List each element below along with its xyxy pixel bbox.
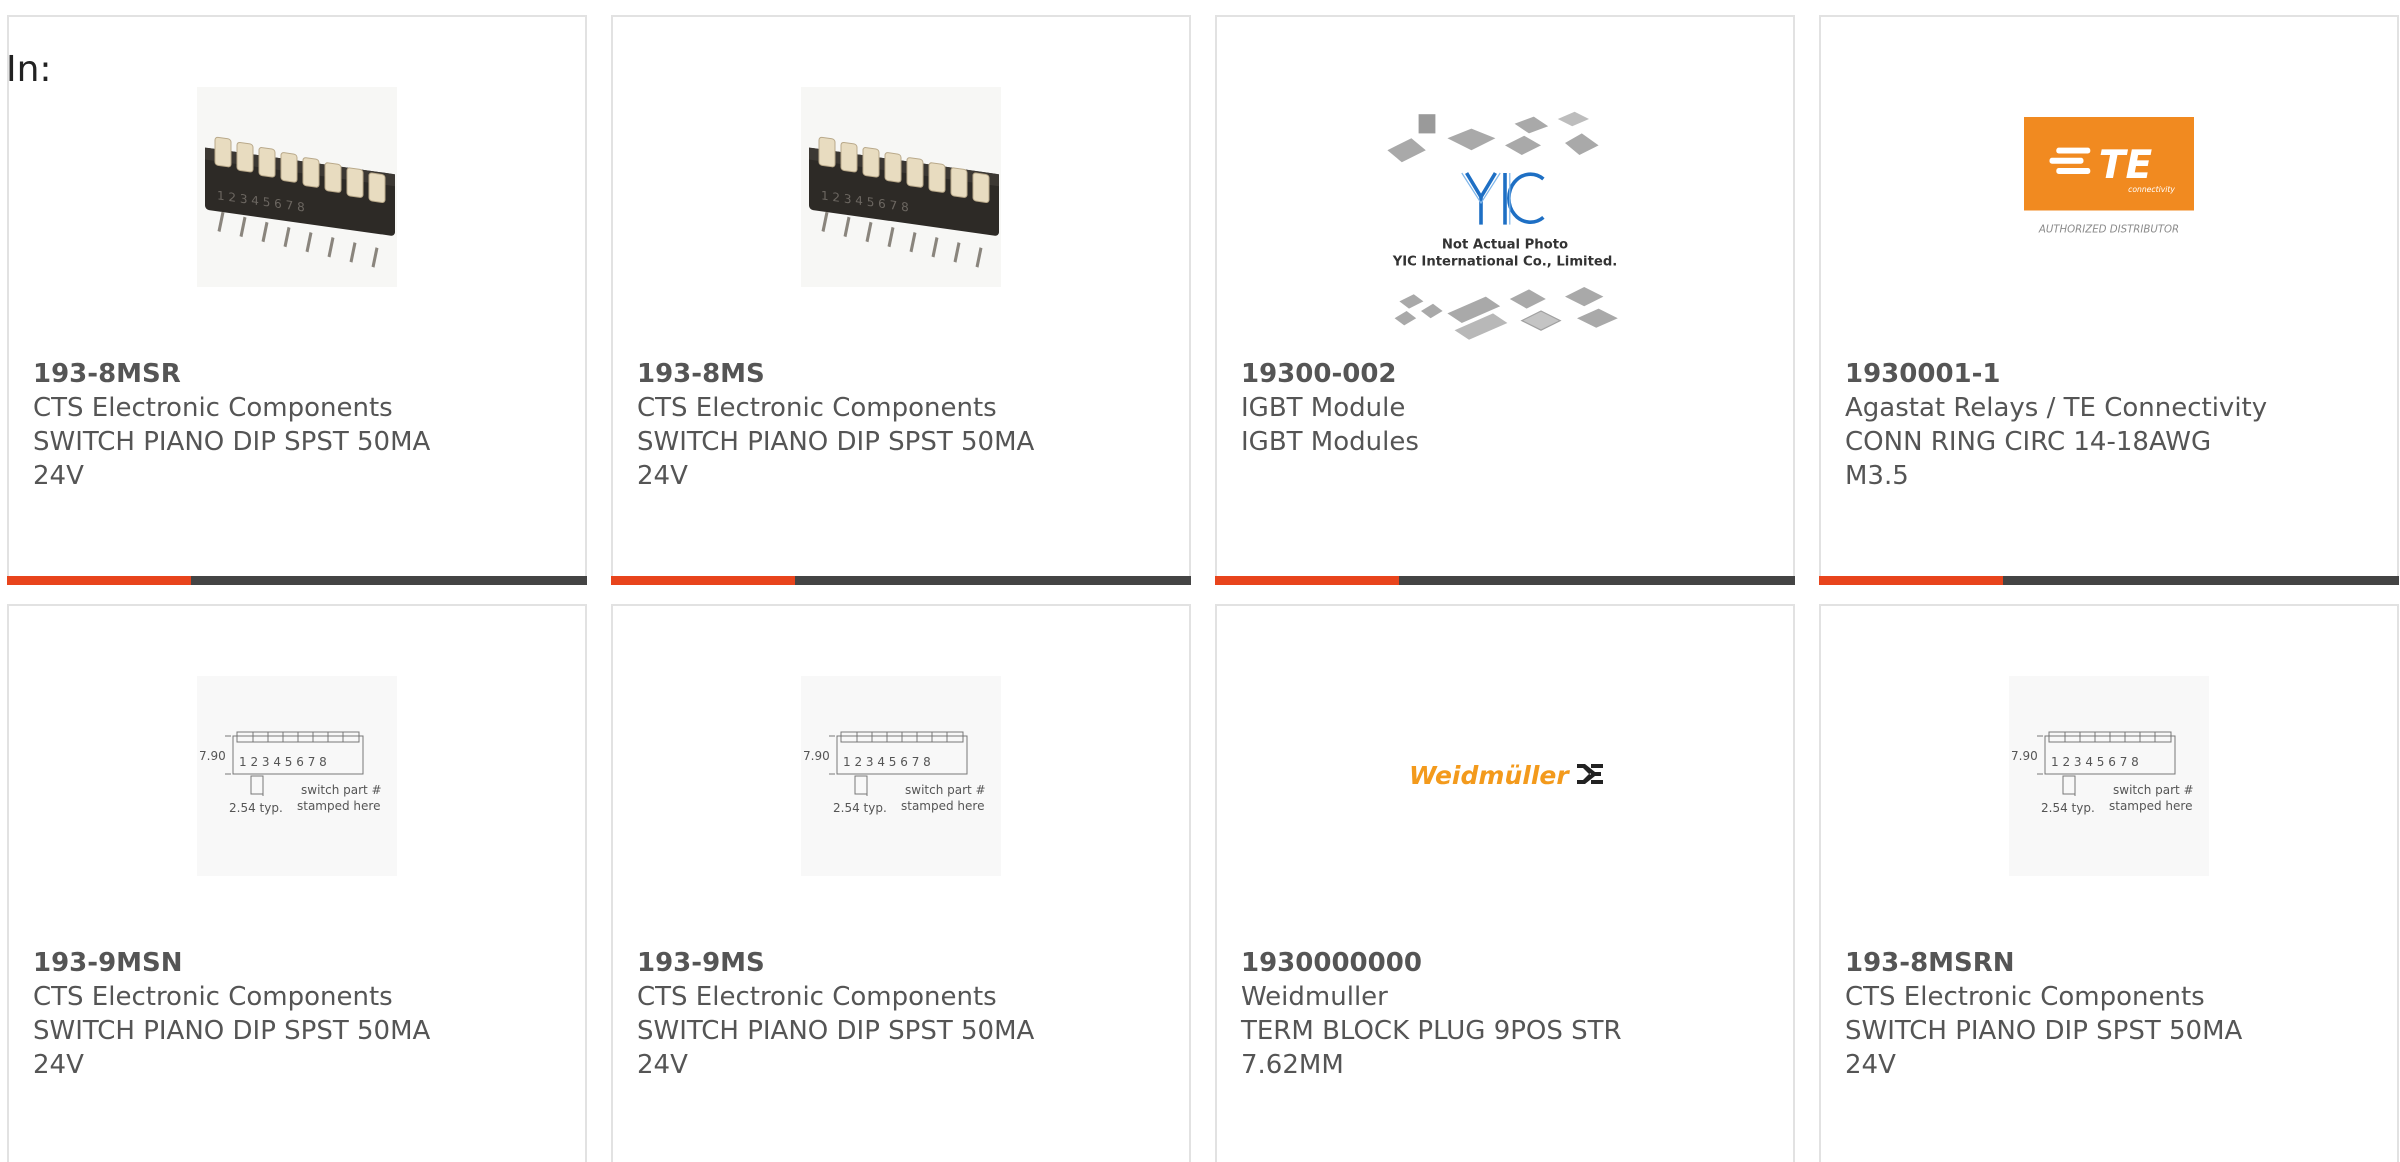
part-number[interactable]: 193-8MSRN — [1845, 946, 2373, 980]
drawing-label: 7.90 — [2011, 749, 2038, 763]
manufacturer: CTS Electronic Components — [33, 982, 393, 1012]
description: SWITCH PIANO DIP SPST 50MA 24V — [637, 1016, 1035, 1080]
description: SWITCH PIANO DIP SPST 50MA 24V — [33, 1016, 431, 1080]
image-caption: AUTHORIZED DISTRIBUTOR — [2038, 225, 2179, 236]
product-card[interactable]: TE connectivity AUTHORIZED DISTRIBUTOR 1… — [1819, 15, 2399, 585]
drawing-label: switch part # — [301, 783, 382, 797]
manufacturer: CTS Electronic Components — [33, 393, 393, 423]
description: SWITCH PIANO DIP SPST 50MA 24V — [33, 427, 431, 491]
manufacturer: Agastat Relays / TE Connectivity — [1845, 393, 2268, 423]
description: SWITCH PIANO DIP SPST 50MA 24V — [1845, 1016, 2243, 1080]
weidmuller-logo-image: Weidmüller — [1409, 761, 1603, 790]
card-bar-accent — [1215, 576, 1399, 585]
drawing-label: 1 2 3 4 5 6 7 8 — [239, 755, 327, 769]
image-caption: YIC International Co., Limited. — [1392, 254, 1618, 269]
dip-switch-photo: 1 2 3 4 5 6 7 8 — [801, 87, 1001, 287]
card-bar — [1819, 576, 2399, 585]
product-card[interactable]: 7.90 1 2 3 4 5 6 7 8 2.54 typ. switch pa… — [611, 604, 1191, 1162]
weidmuller-mark-icon — [1577, 764, 1603, 784]
card-bar — [611, 576, 1191, 585]
yic-placeholder-image: Not Actual Photo YIC International Co., … — [1387, 111, 1618, 340]
drawing-label: 1 2 3 4 5 6 7 8 — [2051, 755, 2139, 769]
part-number[interactable]: 193-9MS — [637, 946, 1165, 980]
card-bar-accent — [1819, 576, 2003, 585]
part-number[interactable]: 1930001-1 — [1845, 357, 2373, 391]
manufacturer: Weidmuller — [1241, 982, 1388, 1012]
drawing-label: 2.54 typ. — [833, 801, 887, 815]
product-card[interactable]: Weidmüller 1930000000 Weidmuller TERM BL… — [1215, 604, 1795, 1162]
te-logo-text: TE — [2099, 143, 2153, 188]
filter-label: In: — [6, 49, 52, 90]
description: TERM BLOCK PLUG 9POS STR 7.62MM — [1241, 1016, 1622, 1080]
description: IGBT Modules — [1241, 427, 1419, 457]
dip-switch-drawing: 7.90 1 2 3 4 5 6 7 8 2.54 typ. switch pa… — [197, 676, 397, 876]
description: CONN RING CIRC 14-18AWG M3.5 — [1845, 427, 2212, 491]
part-number[interactable]: 19300-002 — [1241, 357, 1769, 391]
drawing-label: stamped here — [2109, 799, 2192, 813]
card-bar-accent — [611, 576, 795, 585]
drawing-label: 1 2 3 4 5 6 7 8 — [843, 755, 931, 769]
dip-switch-drawing: 7.90 1 2 3 4 5 6 7 8 2.54 typ. switch pa… — [2009, 676, 2209, 876]
drawing-label: 2.54 typ. — [229, 801, 283, 815]
te-logo-image: TE connectivity AUTHORIZED DISTRIBUTOR — [2024, 117, 2194, 236]
image-caption: Not Actual Photo — [1442, 238, 1568, 253]
manufacturer: CTS Electronic Components — [1845, 982, 2205, 1012]
description: SWITCH PIANO DIP SPST 50MA 24V — [637, 427, 1035, 491]
drawing-label: stamped here — [901, 799, 984, 813]
product-card[interactable]: 7.90 1 2 3 4 5 6 7 8 2.54 typ. switch pa… — [7, 604, 587, 1162]
part-number[interactable]: 193-8MS — [637, 357, 1165, 391]
drawing-label: switch part # — [2113, 783, 2194, 797]
product-card[interactable]: 1 2 3 4 5 6 7 8 193-8MSR CTS Electronic … — [7, 15, 587, 585]
drawing-label: 7.90 — [803, 749, 830, 763]
part-number[interactable]: 193-8MSR — [33, 357, 561, 391]
drawing-label: switch part # — [905, 783, 986, 797]
manufacturer: CTS Electronic Components — [637, 393, 997, 423]
dip-switch-photo: 1 2 3 4 5 6 7 8 — [197, 87, 397, 287]
manufacturer: IGBT Module — [1241, 393, 1406, 423]
card-bar — [7, 576, 587, 585]
drawing-label: stamped here — [297, 799, 380, 813]
dip-switch-drawing: 7.90 1 2 3 4 5 6 7 8 2.54 typ. switch pa… — [801, 676, 1001, 876]
te-logo-subtext: connectivity — [2128, 185, 2175, 194]
card-bar-accent — [7, 576, 191, 585]
card-bar — [1215, 576, 1795, 585]
part-number[interactable]: 1930000000 — [1241, 946, 1769, 980]
product-card[interactable]: 1 2 3 4 5 6 7 8 193-8MS CTS Electronic C… — [611, 15, 1191, 585]
part-number[interactable]: 193-9MSN — [33, 946, 561, 980]
product-grid-page: In: 1 2 3 4 5 6 7 8 193-8MSR CTS Electro… — [0, 0, 2400, 1162]
drawing-label: 7.90 — [199, 749, 226, 763]
product-card[interactable]: Not Actual Photo YIC International Co., … — [1215, 15, 1795, 585]
product-card[interactable]: 7.90 1 2 3 4 5 6 7 8 2.54 typ. switch pa… — [1819, 604, 2399, 1162]
drawing-label: 2.54 typ. — [2041, 801, 2095, 815]
manufacturer: CTS Electronic Components — [637, 982, 997, 1012]
weidmuller-logo-text: Weidmüller — [1409, 761, 1570, 790]
